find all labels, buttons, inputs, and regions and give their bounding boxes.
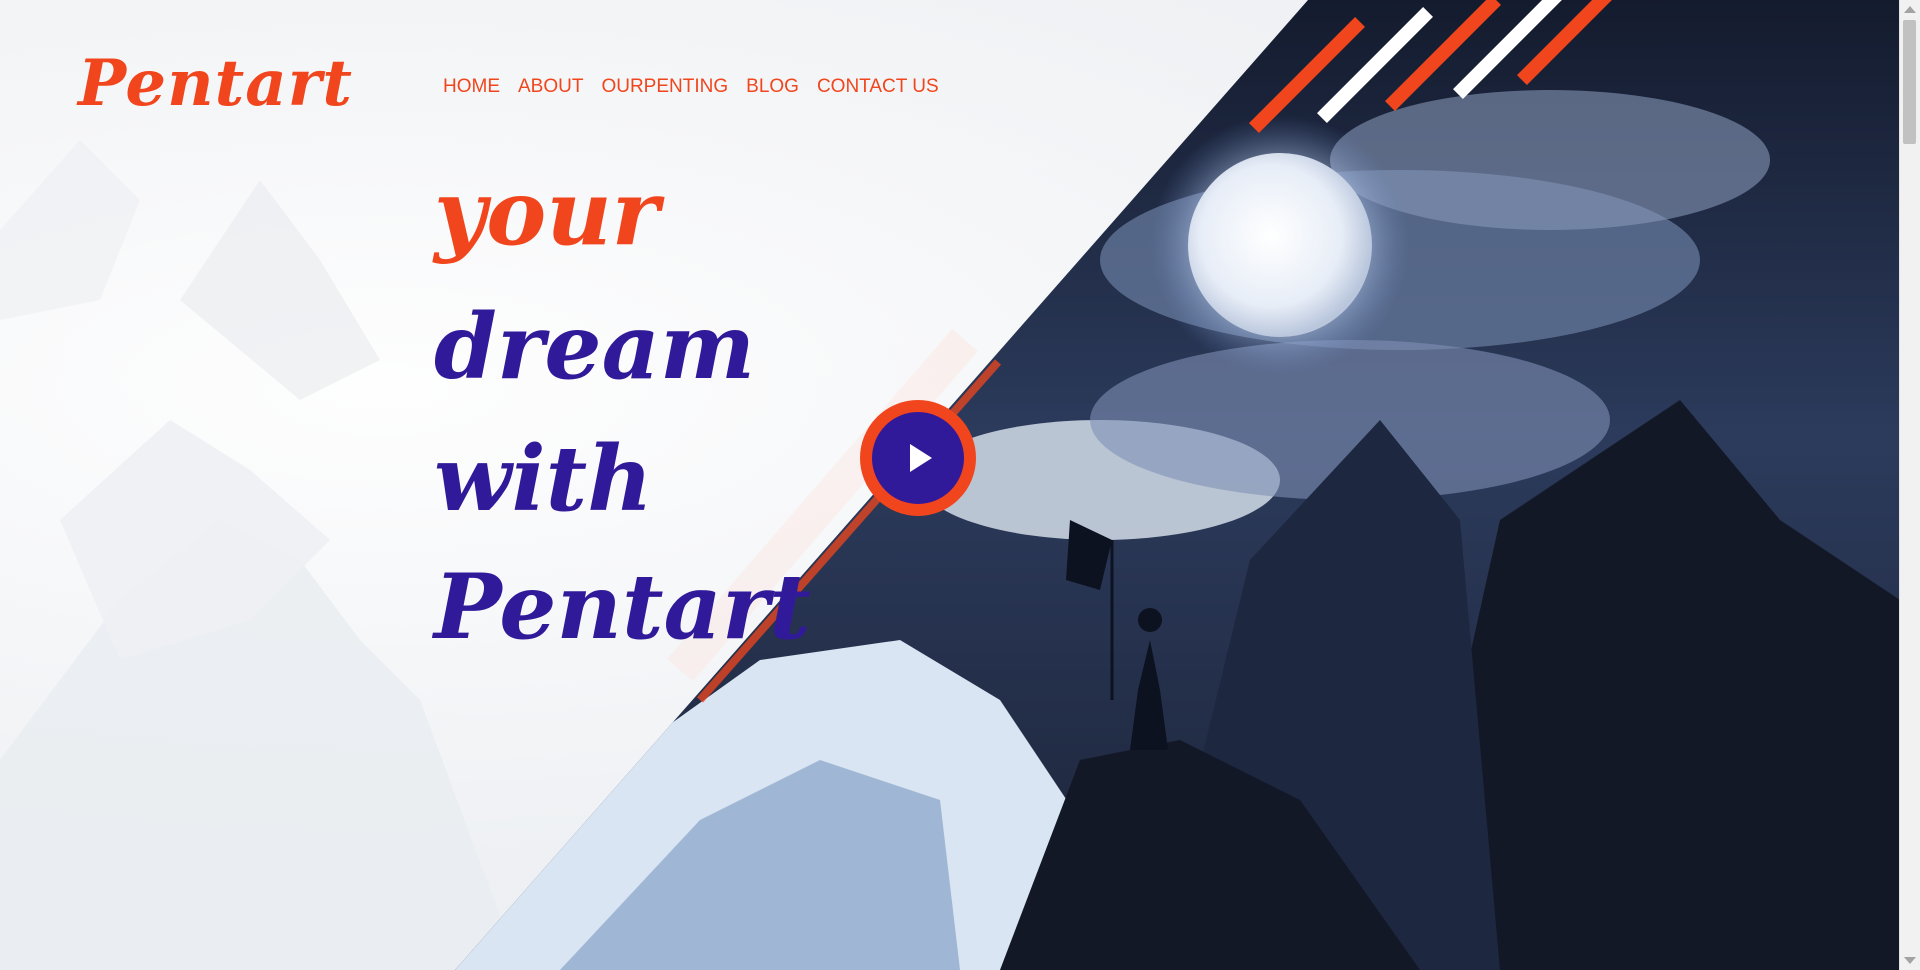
play-video-button[interactable] [860, 400, 976, 516]
nav-item-about[interactable]: ABOUT [518, 76, 583, 98]
hero-line-3: with [434, 426, 653, 532]
hero-line-4: Pentart [434, 554, 811, 660]
page-scrollbar[interactable] [1899, 0, 1920, 970]
scroll-down-arrow-icon[interactable] [1904, 957, 1916, 964]
scrollbar-thumb[interactable] [1903, 20, 1916, 144]
main-nav: HOME ABOUT OURPENTING BLOG CONTACT US [443, 76, 939, 98]
hero-line-1: your [434, 160, 660, 266]
play-icon [910, 444, 932, 472]
nav-item-ourpenting[interactable]: OURPENTING [601, 76, 728, 98]
nav-item-contact-us[interactable]: CONTACT US [817, 76, 939, 98]
scroll-up-arrow-icon[interactable] [1904, 6, 1916, 13]
hero-line-2: dream [434, 294, 756, 400]
logo[interactable]: Pentart [78, 46, 353, 121]
nav-item-home[interactable]: HOME [443, 76, 500, 98]
nav-item-blog[interactable]: BLOG [746, 76, 799, 98]
page: Pentart HOME ABOUT OURPENTING BLOG CONTA… [0, 0, 1920, 970]
